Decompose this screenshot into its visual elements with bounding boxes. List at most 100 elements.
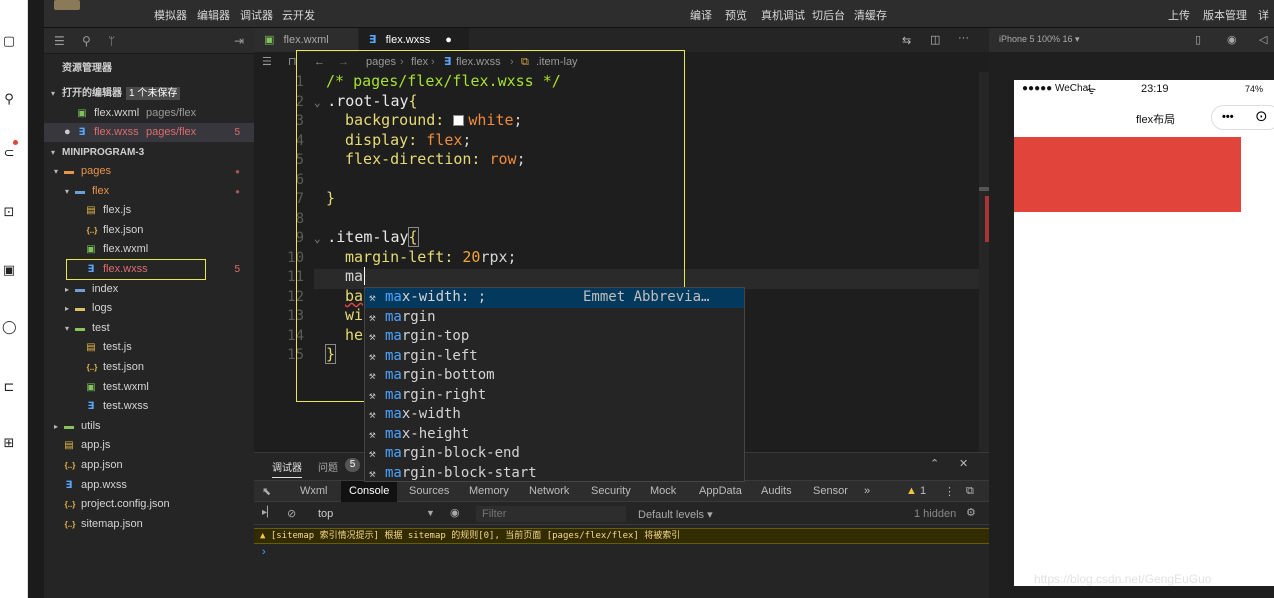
debugger-button[interactable]: 调试器 [240, 7, 273, 23]
tab-flex-wxss[interactable]: ∃ flex.wxss ● [359, 28, 469, 52]
filter-input[interactable] [476, 506, 626, 522]
tree-item[interactable]: ▣ flex.wxml [44, 240, 254, 259]
suggestion-item[interactable]: ⚒ margin-top [365, 327, 744, 347]
chevron-right-icon[interactable]: ▸ [62, 299, 72, 318]
tree-item[interactable]: ▤ app.js [44, 436, 254, 455]
more-icon[interactable]: ••• [1222, 111, 1234, 123]
clear-cache-button[interactable]: 清缓存 [854, 7, 887, 23]
devtools-tab[interactable]: Mock [650, 485, 676, 497]
more-icon[interactable]: ··· [958, 32, 969, 44]
avatar[interactable] [54, 0, 80, 10]
project-section[interactable]: ▾ MINIPROGRAM-3 [44, 143, 254, 162]
compile-button[interactable]: 编译 [690, 7, 712, 23]
tree-item[interactable]: ▾ ▬ test [44, 319, 254, 338]
tree-item[interactable]: ▾ ▬ pages ● [44, 162, 254, 181]
tree-item[interactable]: ∃ test.wxss [44, 397, 254, 416]
cart-icon[interactable]: ⊏ [2, 380, 16, 394]
levels-select[interactable]: Default levels ▾ [638, 508, 713, 521]
chat-icon[interactable]: ◯ [2, 320, 17, 334]
tree-item[interactable]: ▸ ▬ logs [44, 299, 254, 318]
chevron-down-icon[interactable]: ▼ [426, 508, 435, 518]
autocomplete-popup[interactable]: ⚒ max-width: ; Emmet Abbrevia… ⚒ margin ⚒ marg… [364, 287, 745, 482]
devtools-tab[interactable]: AppData [699, 485, 742, 497]
search-icon[interactable]: ⚲ [2, 92, 16, 106]
close-circle-icon[interactable]: ⊙ [1255, 107, 1268, 125]
live-icon[interactable]: ▣ [2, 263, 16, 277]
tree-item[interactable]: ▤ test.js [44, 338, 254, 357]
compare-icon[interactable]: ⇆ [902, 34, 911, 47]
tree-item[interactable]: ▣ test.wxml [44, 378, 254, 397]
close-icon[interactable]: ✕ [959, 457, 968, 470]
tree-item[interactable]: {..} test.json [44, 358, 254, 377]
background-button[interactable]: 切后台 [812, 7, 845, 23]
suggestion-item[interactable]: ⚒ max-width: ; Emmet Abbrevia… [365, 288, 744, 308]
collapse-up-icon[interactable]: ⌃ [930, 457, 939, 470]
suggestion-item[interactable]: ⚒ margin [365, 308, 744, 328]
collapse-icon[interactable]: ⇥ [234, 34, 244, 48]
branch-icon[interactable]: ᛘ [108, 34, 115, 48]
tree-item[interactable]: {..} project.config.json [44, 495, 254, 514]
translate-icon[interactable]: ⊞ [2, 436, 16, 450]
chevron-right-icon[interactable]: ▸ [62, 280, 72, 299]
suggestion-item[interactable]: ⚒ margin-right [365, 386, 744, 406]
list-icon[interactable]: ☰ [54, 34, 65, 48]
suggestion-item[interactable]: ⚒ max-width [365, 405, 744, 425]
device-select[interactable]: iPhone 5 100% 16 ▾ [999, 34, 1080, 45]
unsaved-dot-icon[interactable]: ● [445, 34, 452, 46]
devtools-tab[interactable]: Memory [469, 485, 509, 497]
scrollbar[interactable] [979, 72, 989, 452]
remote-debug-button[interactable]: 真机调试 [761, 7, 805, 23]
chevron-down-icon[interactable]: ▾ [51, 162, 61, 181]
unsaved-dot-icon[interactable]: ● [64, 123, 71, 142]
suggestion-item[interactable]: ⚒ margin-bottom [365, 366, 744, 386]
details-button[interactable]: 详 [1258, 7, 1269, 23]
devtools-tab[interactable]: Sensor [813, 485, 848, 497]
device-frame-icon[interactable]: ▯ [1195, 33, 1201, 46]
split-editor-icon[interactable]: ◫ [930, 33, 940, 46]
cloud-button[interactable]: 云开发 [282, 7, 315, 23]
tree-item[interactable]: {..} flex.json [44, 221, 254, 240]
suggestion-item[interactable]: ⚒ margin-block-end [365, 444, 744, 464]
open-file-flex-wxml[interactable]: ▣ flex.wxml pages/flex [44, 104, 254, 123]
kebab-menu-icon[interactable]: ⋮ [944, 485, 955, 498]
devtools-tab[interactable]: Wxml [300, 485, 328, 497]
suggestion-item[interactable]: ⚒ margin-left [365, 347, 744, 367]
open-file-flex-wxss[interactable]: ● ∃ flex.wxss pages/flex 5 [44, 123, 254, 142]
tree-item[interactable]: ∃ app.wxss [44, 476, 254, 495]
suggestion-item[interactable]: ⚒ margin-block-start [365, 464, 744, 482]
undock-icon[interactable]: ⧉ [966, 485, 974, 498]
gear-icon[interactable]: ⚙ [966, 506, 976, 519]
tree-item[interactable]: ▸ ▬ index [44, 280, 254, 299]
tree-item[interactable]: {..} app.json [44, 456, 254, 475]
search-icon[interactable]: ⚲ [82, 34, 91, 48]
console-prompt[interactable]: › [262, 546, 266, 558]
devtools-tab[interactable]: Network [529, 485, 569, 497]
chevron-down-icon[interactable]: ▾ [62, 182, 72, 201]
chevron-down-icon[interactable]: ▾ [62, 319, 72, 338]
capsule-menu[interactable]: ••• ⊙ [1211, 105, 1274, 130]
code-icon[interactable]: ⊡ [2, 205, 16, 219]
tree-item[interactable]: ▸ ▬ utils [44, 417, 254, 436]
tree-item[interactable]: {..} sitemap.json [44, 515, 254, 534]
inspect-icon[interactable]: ⬉ [262, 485, 271, 498]
list-icon[interactable]: ☰ [262, 52, 272, 72]
suggestion-item[interactable]: ⚒ max-height [365, 425, 744, 445]
clear-console-icon[interactable]: ⊘ [287, 507, 296, 520]
sidebar-toggle-icon[interactable]: ▸▏ [262, 507, 275, 518]
tab-flex-wxml[interactable]: ▣ flex.wxml [254, 28, 358, 52]
tab-debugger[interactable]: 调试器 [272, 459, 302, 478]
tree-item[interactable]: ▾ ▬ flex ● [44, 182, 254, 201]
eye-icon[interactable]: ◉ [450, 506, 460, 519]
tree-item[interactable]: ▤ flex.js [44, 201, 254, 220]
devtools-tab[interactable]: Security [591, 485, 631, 497]
editor-button[interactable]: 编辑器 [197, 7, 230, 23]
devtools-tab[interactable]: Console [341, 481, 398, 502]
record-icon[interactable]: ◉ [1227, 33, 1237, 46]
devtools-tab[interactable]: » [864, 485, 870, 497]
preview-button[interactable]: 预览 [725, 7, 747, 23]
upload-button[interactable]: 上传 [1168, 7, 1190, 23]
chevron-right-icon[interactable]: ▸ [51, 417, 61, 436]
devtools-tab[interactable]: Audits [761, 485, 792, 497]
warning-count[interactable]: ▲ 1 [906, 485, 926, 497]
devtools-tab[interactable]: Sources [409, 485, 449, 497]
